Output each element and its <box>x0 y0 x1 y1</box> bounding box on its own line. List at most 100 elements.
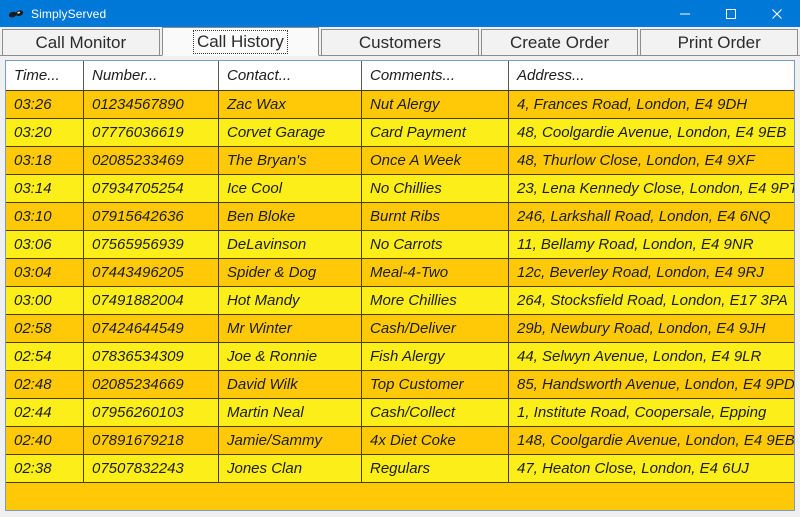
cell-time[interactable]: 03:04 <box>6 259 84 286</box>
cell-time[interactable]: 03:10 <box>6 203 84 230</box>
cell-number[interactable]: 07491882004 <box>84 287 219 314</box>
tab-customers[interactable]: Customers <box>321 29 479 56</box>
cell-contact[interactable]: The Bryan's <box>219 147 362 174</box>
cell-number[interactable]: 07443496205 <box>84 259 219 286</box>
cell-contact[interactable]: Spider & Dog <box>219 259 362 286</box>
cell-number[interactable]: 02085233469 <box>84 147 219 174</box>
cell-comments[interactable]: Card Payment <box>362 119 509 146</box>
table-row[interactable]: 02:44 07956260103 Martin Neal Cash/Collect 1… <box>6 399 794 427</box>
cell-comments[interactable]: Fish Alergy <box>362 343 509 370</box>
cell-contact[interactable]: Jones Clan <box>219 455 362 482</box>
cell-address[interactable]: 23, Lena Kennedy Close, London, E4 9PT <box>509 175 794 202</box>
cell-contact[interactable]: Corvet Garage <box>219 119 362 146</box>
cell-number[interactable]: 07934705254 <box>84 175 219 202</box>
cell-time[interactable]: 03:06 <box>6 231 84 258</box>
cell-contact[interactable]: Hot Mandy <box>219 287 362 314</box>
minimize-button[interactable] <box>662 0 708 27</box>
cell-comments[interactable]: Nut Alergy <box>362 91 509 118</box>
cell-number[interactable]: 07507832243 <box>84 455 219 482</box>
grid-body[interactable]: 03:26 01234567890 Zac Wax Nut Alergy 4, Fran… <box>6 91 794 510</box>
cell-address[interactable]: 4, Frances Road, London, E4 9DH <box>509 91 794 118</box>
column-header-time[interactable]: Time... <box>6 61 84 90</box>
cell-time[interactable]: 03:20 <box>6 119 84 146</box>
cell-contact[interactable]: David Wilk <box>219 371 362 398</box>
cell-address[interactable]: 264, Stocksfield Road, London, E17 3PA <box>509 287 794 314</box>
close-button[interactable] <box>754 0 800 27</box>
tab-call-monitor[interactable]: Call Monitor <box>2 29 160 56</box>
table-row[interactable]: 02:54 07836534309 Joe & Ronnie Fish Alergy 4… <box>6 343 794 371</box>
column-header-comments[interactable]: Comments... <box>362 61 509 90</box>
cell-address[interactable]: 29b, Newbury Road, London, E4 9JH <box>509 315 794 342</box>
maximize-button[interactable] <box>708 0 754 27</box>
cell-comments[interactable]: Once A Week <box>362 147 509 174</box>
column-header-contact[interactable]: Contact... <box>219 61 362 90</box>
cell-time[interactable]: 02:48 <box>6 371 84 398</box>
table-row[interactable]: 03:18 02085233469 The Bryan's Once A Week 48… <box>6 147 794 175</box>
table-row[interactable]: 03:04 07443496205 Spider & Dog Meal-4-Two 12… <box>6 259 794 287</box>
cell-time[interactable]: 02:44 <box>6 399 84 426</box>
table-row[interactable]: 03:06 07565956939 DeLavinson No Carrots 11, … <box>6 231 794 259</box>
cell-time[interactable]: 03:14 <box>6 175 84 202</box>
table-row[interactable]: 03:00 07491882004 Hot Mandy More Chillies 26… <box>6 287 794 315</box>
cell-comments[interactable]: Burnt Ribs <box>362 203 509 230</box>
cell-address[interactable]: 12c, Beverley Road, London, E4 9RJ <box>509 259 794 286</box>
table-row[interactable]: 02:40 07891679218 Jamie/Sammy 4x Diet Coke 1… <box>6 427 794 455</box>
column-header-address[interactable]: Address... <box>509 61 794 90</box>
cell-address[interactable]: 1, Institute Road, Coopersale, Epping <box>509 399 794 426</box>
cell-comments[interactable]: Cash/Deliver <box>362 315 509 342</box>
cell-time[interactable]: 02:58 <box>6 315 84 342</box>
cell-comments[interactable]: No Chillies <box>362 175 509 202</box>
cell-number[interactable]: 07424644549 <box>84 315 219 342</box>
cell-time[interactable]: 03:00 <box>6 287 84 314</box>
cell-number[interactable]: 02085234669 <box>84 371 219 398</box>
cell-contact[interactable]: Ice Cool <box>219 175 362 202</box>
call-history-grid[interactable]: Time... Number... Contact... Comments... Add… <box>5 60 795 511</box>
cell-contact[interactable]: Jamie/Sammy <box>219 427 362 454</box>
cell-number[interactable]: 07956260103 <box>84 399 219 426</box>
cell-time[interactable]: 02:38 <box>6 455 84 482</box>
table-row[interactable]: 03:20 07776036619 Corvet Garage Card Paymen… <box>6 119 794 147</box>
cell-comments[interactable]: Regulars <box>362 455 509 482</box>
cell-comments[interactable]: More Chillies <box>362 287 509 314</box>
cell-contact[interactable]: Martin Neal <box>219 399 362 426</box>
maximize-icon <box>726 8 736 19</box>
cell-address[interactable]: 44, Selwyn Avenue, London, E4 9LR <box>509 343 794 370</box>
cell-number[interactable]: 07565956939 <box>84 231 219 258</box>
cell-time[interactable]: 02:40 <box>6 427 84 454</box>
cell-number[interactable]: 07915642636 <box>84 203 219 230</box>
tab-call-history[interactable]: Call History <box>161 27 320 56</box>
table-row[interactable]: 03:10 07915642636 Ben Bloke Burnt Ribs 246, … <box>6 203 794 231</box>
cell-address[interactable]: 48, Thurlow Close, London, E4 9XF <box>509 147 794 174</box>
cell-address[interactable]: 48, Coolgardie Avenue, London, E4 9EB <box>509 119 794 146</box>
cell-contact[interactable]: Ben Bloke <box>219 203 362 230</box>
column-header-number[interactable]: Number... <box>84 61 219 90</box>
cell-contact[interactable]: Mr Winter <box>219 315 362 342</box>
table-row[interactable]: 02:38 07507832243 Jones Clan Regulars 47, He… <box>6 455 794 483</box>
cell-contact[interactable]: DeLavinson <box>219 231 362 258</box>
cell-address[interactable]: 148, Coolgardie Avenue, London, E4 9EB <box>509 427 794 454</box>
cell-address[interactable]: 85, Handsworth Avenue, London, E4 9PD <box>509 371 794 398</box>
cell-contact[interactable]: Zac Wax <box>219 91 362 118</box>
cell-address[interactable]: 246, Larkshall Road, London, E4 6NQ <box>509 203 794 230</box>
cell-time[interactable]: 02:54 <box>6 343 84 370</box>
cell-number[interactable]: 07891679218 <box>84 427 219 454</box>
cell-address[interactable]: 47, Heaton Close, London, E4 6UJ <box>509 455 794 482</box>
table-row[interactable]: 02:58 07424644549 Mr Winter Cash/Deliver 29b… <box>6 315 794 343</box>
cell-number[interactable]: 07836534309 <box>84 343 219 370</box>
table-row[interactable]: 02:48 02085234669 David Wilk Top Customer 85… <box>6 371 794 399</box>
cell-comments[interactable]: 4x Diet Coke <box>362 427 509 454</box>
table-row[interactable]: 03:26 01234567890 Zac Wax Nut Alergy 4, Fran… <box>6 91 794 119</box>
cell-address[interactable]: 11, Bellamy Road, London, E4 9NR <box>509 231 794 258</box>
cell-time[interactable]: 03:26 <box>6 91 84 118</box>
cell-comments[interactable]: No Carrots <box>362 231 509 258</box>
cell-comments[interactable]: Cash/Collect <box>362 399 509 426</box>
cell-number[interactable]: 01234567890 <box>84 91 219 118</box>
cell-comments[interactable]: Top Customer <box>362 371 509 398</box>
table-row[interactable]: 03:14 07934705254 Ice Cool No Chillies 23, L… <box>6 175 794 203</box>
tab-create-order[interactable]: Create Order <box>480 29 639 56</box>
cell-time[interactable]: 03:18 <box>6 147 84 174</box>
cell-contact[interactable]: Joe & Ronnie <box>219 343 362 370</box>
cell-number[interactable]: 07776036619 <box>84 119 219 146</box>
tab-print-order[interactable]: Print Order <box>640 29 798 56</box>
cell-comments[interactable]: Meal-4-Two <box>362 259 509 286</box>
